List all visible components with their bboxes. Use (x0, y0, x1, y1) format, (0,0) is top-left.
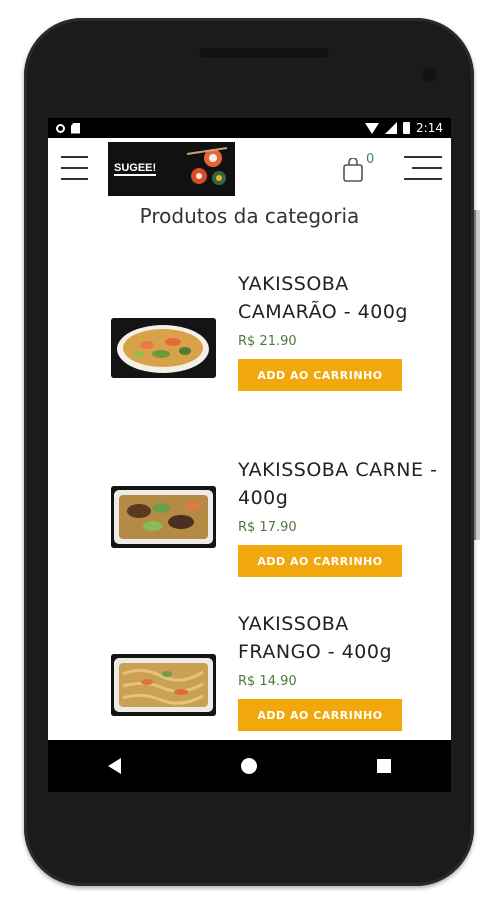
cart-icon[interactable] (342, 158, 364, 182)
battery-icon (403, 122, 411, 134)
product-image-carne[interactable] (111, 486, 216, 548)
product-info: YAKISSOBA CAMARÃO - 400g R$ 21.90 ADD AO… (238, 270, 438, 391)
android-nav-bar (48, 740, 451, 792)
product-card: YAKISSOBA FRANGO - 400g R$ 14.90 ADD AO … (48, 610, 451, 750)
product-image-camarao[interactable] (111, 318, 216, 378)
menu-lines-icon[interactable] (404, 154, 442, 182)
status-left (56, 122, 80, 134)
cart-count-badge: 0 (366, 152, 375, 167)
home-icon[interactable] (241, 758, 257, 774)
status-time: 2:14 (416, 121, 443, 135)
status-right: 2:14 (365, 121, 443, 135)
status-bar: 2:14 (48, 118, 451, 138)
logo-text: SUGEE! (114, 161, 157, 176)
product-card: YAKISSOBA CAMARÃO - 400g R$ 21.90 ADD AO… (48, 270, 451, 430)
add-to-cart-button[interactable]: ADD AO CARRINHO (238, 699, 402, 731)
product-name: YAKISSOBA FRANGO - 400g (238, 613, 393, 663)
app-header: SUGEE! 0 (48, 138, 451, 200)
product-price: R$ 21.90 (238, 334, 297, 349)
menu-icon[interactable] (61, 156, 88, 180)
back-icon[interactable] (108, 758, 121, 774)
phone-speaker (199, 48, 329, 58)
recent-apps-icon[interactable] (377, 759, 391, 773)
store-logo[interactable]: SUGEE! (108, 142, 235, 196)
phone-screen: 2:14 SUGEE! 0 Produtos da categoria YAKI… (48, 118, 451, 792)
sushi-image (186, 147, 228, 185)
add-to-cart-button[interactable]: ADD AO CARRINHO (238, 545, 402, 577)
phone-camera (422, 68, 436, 82)
product-name: YAKISSOBA CAMARÃO - 400g (238, 273, 408, 323)
sd-card-icon (71, 122, 80, 134)
product-price: R$ 17.90 (238, 520, 297, 535)
product-info: YAKISSOBA CARNE - 400g R$ 17.90 ADD AO C… (238, 456, 438, 577)
notification-dot-icon (56, 123, 65, 133)
phone-side-button (474, 210, 480, 540)
product-card: YAKISSOBA CARNE - 400g R$ 17.90 ADD AO C… (48, 456, 451, 606)
product-info: YAKISSOBA FRANGO - 400g R$ 14.90 ADD AO … (238, 610, 438, 731)
product-price: R$ 14.90 (238, 674, 297, 689)
signal-icon (385, 122, 398, 134)
wifi-icon (365, 122, 380, 134)
page-title: Produtos da categoria (139, 204, 360, 228)
product-name: YAKISSOBA CARNE - 400g (238, 459, 438, 509)
add-to-cart-button[interactable]: ADD AO CARRINHO (238, 359, 402, 391)
product-image-frango[interactable] (111, 654, 216, 716)
